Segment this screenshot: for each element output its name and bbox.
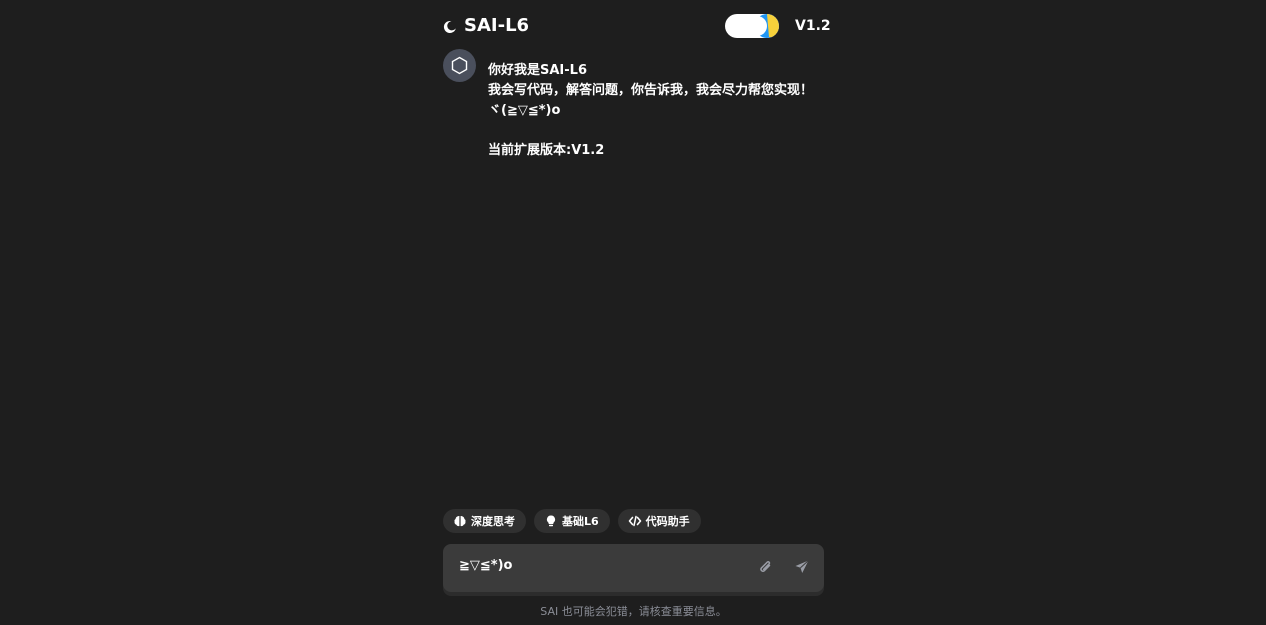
chip-code-assistant[interactable]: 代码助手 (617, 509, 701, 533)
version-label: V1.2 (795, 18, 831, 34)
message-intro: 我会写代码，解答问题，你告诉我，我会尽力帮您实现！ ヾ(≧▽≦*)o (488, 83, 814, 118)
chip-label: 基础L6 (562, 515, 599, 528)
message-input[interactable]: ≧▽≦*)o (443, 544, 824, 592)
app-title: SAI-L6 (464, 15, 530, 36)
send-icon[interactable] (794, 559, 810, 575)
theme-toggle-sun-icon (747, 14, 779, 38)
chip-deep-thinking[interactable]: 深度思考 (443, 509, 526, 533)
paperclip-icon[interactable] (758, 559, 774, 575)
lightbulb-icon (544, 514, 558, 528)
header: SAI-L6 V1.2 (443, 12, 831, 40)
theme-toggle[interactable] (725, 14, 779, 38)
chip-basic-l6[interactable]: 基础L6 (534, 509, 610, 533)
chat-app: SAI-L6 V1.2 你好我是SAI-L6 我会写代码，解答问题，你告诉我，我… (0, 0, 1266, 625)
hexagon-icon (451, 56, 468, 75)
code-icon (628, 514, 642, 528)
input-value[interactable]: ≧▽≦*)o (459, 556, 512, 576)
crescent-moon-icon (443, 19, 457, 33)
disclaimer: SAI 也可能会犯错，请核查重要信息。 (540, 605, 727, 618)
chip-label: 深度思考 (471, 515, 515, 528)
message-version-line: 当前扩展版本:V1.2 (488, 143, 605, 158)
mode-chips: 深度思考 基础L6 代码助手 (443, 509, 701, 533)
brain-icon (453, 514, 467, 528)
assistant-message: 你好我是SAI-L6 我会写代码，解答问题，你告诉我，我会尽力帮您实现！ ヾ(≧… (488, 61, 813, 161)
chip-label: 代码助手 (645, 515, 690, 528)
assistant-avatar (443, 49, 476, 82)
chat-column: SAI-L6 V1.2 你好我是SAI-L6 我会写代码，解答问题，你告诉我，我… (443, 0, 831, 625)
message-greeting: 你好我是SAI-L6 (488, 63, 587, 78)
